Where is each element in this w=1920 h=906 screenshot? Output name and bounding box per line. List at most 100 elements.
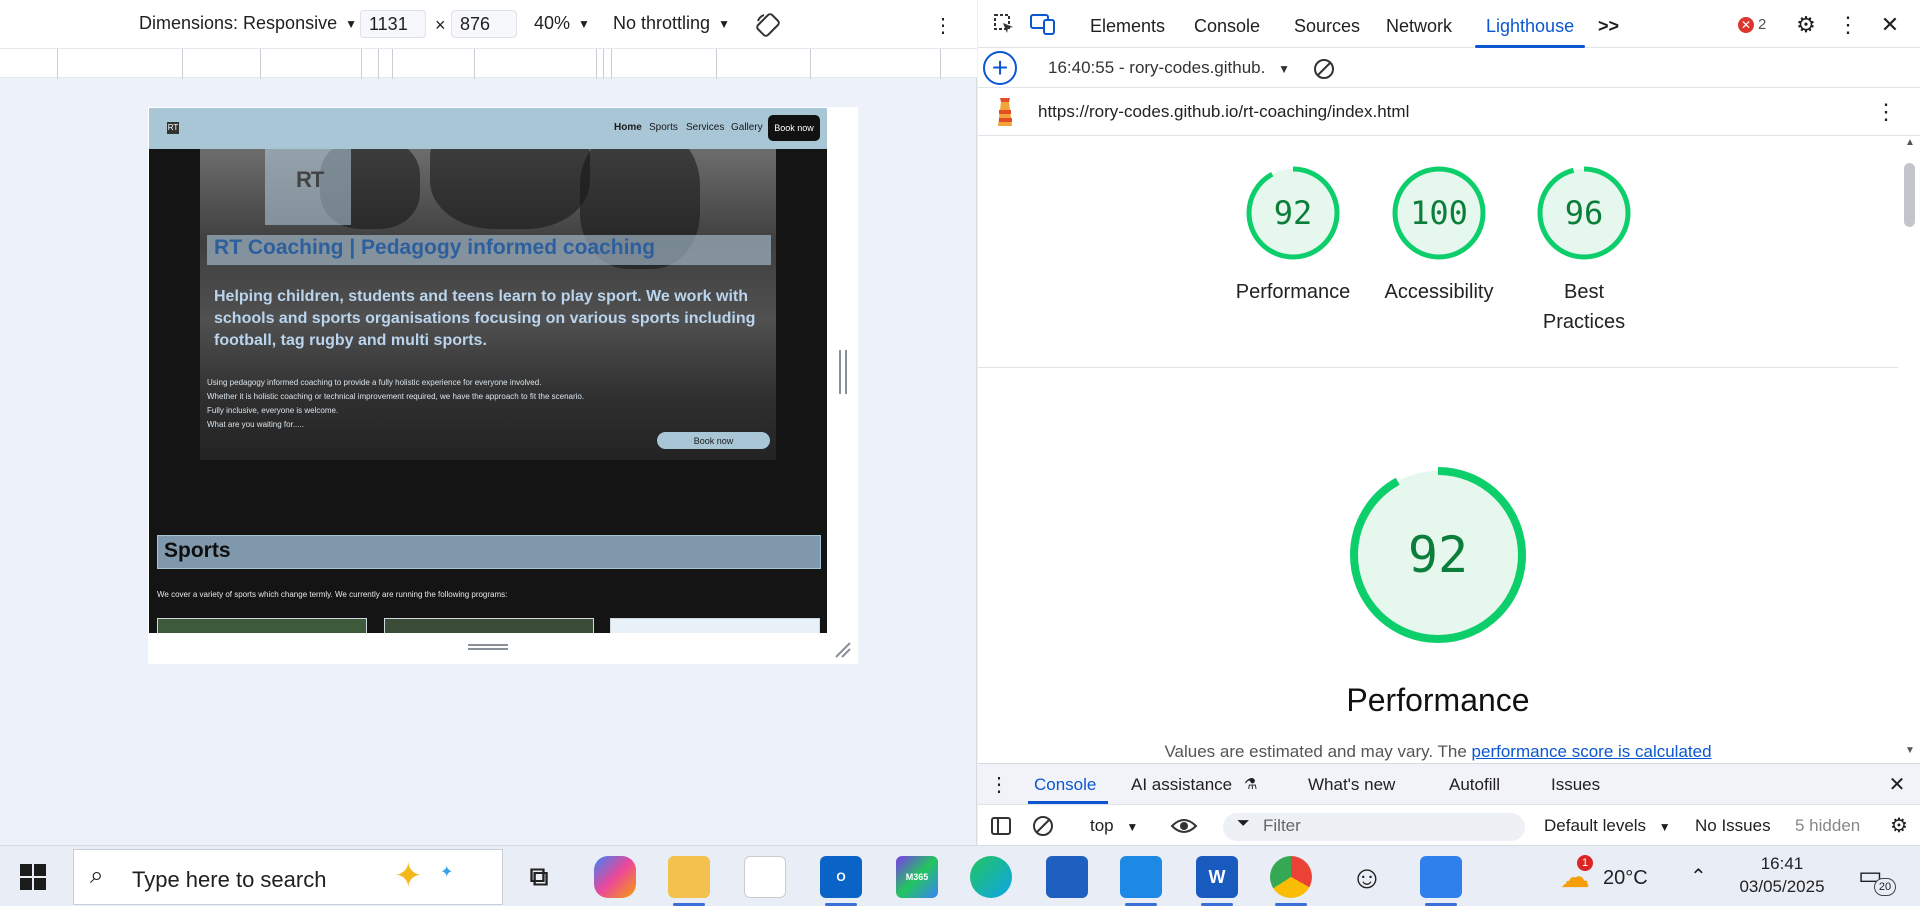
scroll-down-icon[interactable]: ▼	[1905, 745, 1915, 756]
drawer-tab-console[interactable]: Console	[1034, 775, 1096, 795]
zoom-value: 40%	[534, 13, 571, 33]
dimensions-select[interactable]: Dimensions: Responsive ▼	[139, 13, 357, 34]
dimensions-label: Dimensions: Responsive	[139, 13, 338, 33]
hero-logo: RT	[296, 167, 324, 192]
site-logo[interactable]: RT	[167, 122, 179, 134]
nav-link-services[interactable]: Services	[686, 122, 724, 133]
sports-heading: Sports	[164, 539, 231, 562]
sport-card[interactable]	[157, 618, 367, 633]
live-expression-eye-icon[interactable]	[1170, 815, 1198, 837]
drawer-menu-icon[interactable]: ⋮	[989, 772, 1009, 796]
performance-main-score: 92	[1407, 526, 1469, 584]
nav-link-sports[interactable]: Sports	[649, 122, 678, 133]
microsoft-store-icon[interactable]	[1046, 856, 1088, 898]
report-scrollbar[interactable]: ▲ ▼	[1901, 137, 1920, 762]
nav-link-home[interactable]: Home	[614, 122, 642, 133]
resize-handle-right[interactable]	[839, 350, 847, 394]
resize-handle-bottom[interactable]	[468, 642, 508, 652]
hero-book-now-button[interactable]: Book now	[657, 432, 770, 449]
more-options-icon[interactable]: ⋮	[1875, 99, 1897, 124]
resize-corner-icon[interactable]	[834, 641, 852, 659]
device-toolbar: Dimensions: Responsive ▼ 1131 × 876 40% …	[0, 0, 977, 48]
issues-count[interactable]: No Issues	[1695, 816, 1771, 836]
search-placeholder: Type here to search	[132, 867, 327, 892]
taskbar-search-input[interactable]: ⌕ Type here to search ✦ ✦	[73, 849, 503, 905]
close-drawer-icon[interactable]: ✕	[1886, 772, 1908, 796]
sport-card[interactable]	[610, 618, 820, 633]
weather-temperature[interactable]: 20°C	[1603, 867, 1648, 890]
website-preview[interactable]: RT Home Sports Services Gallery Book now…	[149, 108, 827, 633]
file-explorer-icon[interactable]	[668, 856, 710, 898]
clear-all-icon[interactable]	[1312, 57, 1336, 81]
filter-placeholder: Filter	[1263, 816, 1301, 835]
score-calculation-link[interactable]: performance score is calculated	[1472, 742, 1712, 761]
log-levels-select[interactable]: Default levels ▼	[1544, 816, 1671, 836]
rotate-icon[interactable]	[755, 12, 781, 38]
search-icon: ⌕	[90, 862, 104, 889]
microsoft-365-icon[interactable]: M365	[896, 856, 938, 898]
clock-date[interactable]: 03/05/2025	[1734, 877, 1830, 897]
word-icon[interactable]: W	[1196, 856, 1238, 898]
windows-start-icon[interactable]	[20, 864, 46, 890]
drawer-tab-autofill[interactable]: Autofill	[1449, 775, 1500, 795]
nav-link-gallery[interactable]: Gallery	[731, 122, 763, 133]
inspect-element-icon[interactable]	[992, 12, 1016, 36]
clear-console-icon[interactable]	[1032, 815, 1054, 837]
lighthouse-logo-icon	[992, 96, 1018, 128]
copilot-icon[interactable]	[594, 856, 636, 898]
vscode-icon[interactable]	[1120, 856, 1162, 898]
tab-elements[interactable]: Elements	[1090, 16, 1165, 37]
hero-line: What are you waiting for.....	[207, 420, 304, 429]
settings-gear-icon[interactable]: ⚙	[1794, 12, 1818, 37]
tab-lighthouse[interactable]: Lighthouse	[1486, 16, 1574, 37]
sport-card[interactable]	[384, 618, 594, 633]
report-url[interactable]: https://rory-codes.github.io/rt-coaching…	[1038, 102, 1409, 122]
width-input[interactable]: 1131	[360, 10, 426, 38]
emulated-viewport: RT Home Sports Services Gallery Book now…	[148, 107, 858, 664]
close-icon[interactable]: ✕	[1878, 12, 1902, 37]
notification-count: 20	[1874, 878, 1896, 896]
more-options-icon[interactable]: ⋮	[933, 14, 953, 37]
outlook-icon[interactable]: O	[820, 856, 862, 898]
drawer-tab-issues[interactable]: Issues	[1551, 775, 1600, 795]
scrollbar-thumb[interactable]	[1904, 163, 1915, 227]
height-input[interactable]: 876	[451, 10, 517, 38]
drawer-tab-whats-new[interactable]: What's new	[1308, 775, 1395, 795]
report-select[interactable]: 16:40:55 - rory-codes.github. ▼	[1048, 58, 1290, 78]
clock-time[interactable]: 16:41	[1734, 854, 1830, 874]
flask-icon: ⚗	[1244, 776, 1258, 793]
chrome-icon[interactable]	[1270, 856, 1312, 898]
times-sign: ×	[435, 15, 446, 35]
zoom-select[interactable]: 40% ▼	[534, 13, 590, 34]
best-practices-score: 96	[1564, 194, 1604, 232]
throttling-select[interactable]: No throttling ▼	[613, 13, 730, 34]
hero-lead: Helping children, students and teens lea…	[214, 288, 756, 349]
hero-line: Whether it is holistic coaching or techn…	[207, 392, 585, 401]
scroll-up-icon[interactable]: ▲	[1905, 137, 1915, 148]
tab-console[interactable]: Console	[1194, 16, 1260, 37]
new-report-plus-icon[interactable]: +	[983, 51, 1017, 85]
nav-book-now-button[interactable]: Book now	[768, 115, 820, 141]
more-options-icon[interactable]: ⋮	[1837, 12, 1859, 37]
tab-network[interactable]: Network	[1386, 16, 1452, 37]
media-query-ruler[interactable]	[0, 48, 977, 79]
drawer-tabbar: ⋮ Console AI assistance ⚗ What's new Aut…	[978, 764, 1920, 804]
device-toolbar-icon[interactable]	[1030, 12, 1056, 36]
task-view-icon[interactable]: ⧉	[518, 856, 560, 898]
photos-icon[interactable]	[1420, 856, 1462, 898]
edge-icon[interactable]	[970, 856, 1012, 898]
chevron-up-icon[interactable]: ⌃	[1690, 864, 1707, 889]
drawer-tab-ai-assistance[interactable]: AI assistance	[1131, 775, 1232, 795]
tab-sources[interactable]: Sources	[1294, 16, 1360, 37]
error-badge[interactable]: ✕ 2	[1738, 16, 1766, 33]
more-tabs-icon[interactable]: >>	[1598, 16, 1619, 37]
console-settings-gear-icon[interactable]: ⚙	[1888, 814, 1910, 837]
hero-line: Using pedagogy informed coaching to prov…	[207, 378, 542, 387]
report-url-bar: https://rory-codes.github.io/rt-coaching…	[978, 88, 1920, 136]
context-select[interactable]: top ▼	[1090, 816, 1138, 836]
console-drawer: ⋮ Console AI assistance ⚗ What's new Aut…	[978, 763, 1920, 845]
sidebar-toggle-icon[interactable]	[990, 815, 1012, 837]
emoji-icon[interactable]: ☺	[1346, 856, 1388, 898]
filter-icon: ⏷	[1237, 815, 1250, 832]
notepad-icon[interactable]	[744, 856, 786, 898]
